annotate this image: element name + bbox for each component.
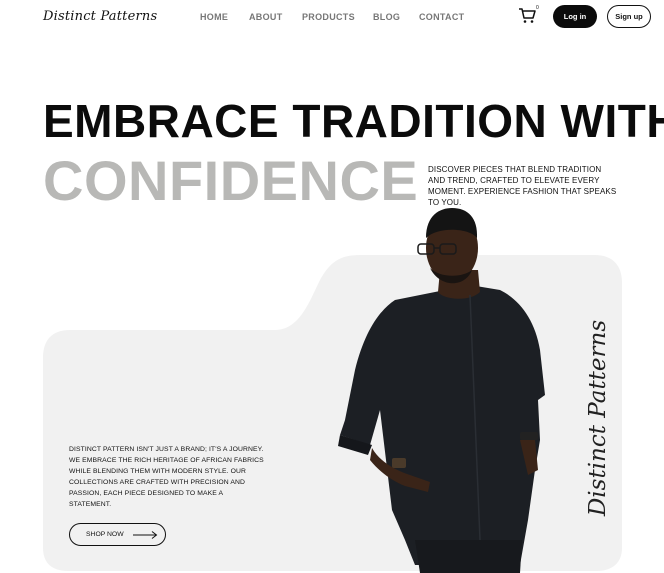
shop-now-button[interactable]: SHOP NOW (69, 523, 166, 546)
vertical-brand-text: Distinct Patterns (585, 319, 611, 517)
brand-logo[interactable]: Distinct Patterns (43, 9, 157, 24)
shop-now-label: SHOP NOW (86, 531, 124, 538)
arrow-right-icon (133, 531, 158, 539)
nav-products[interactable]: PRODUCTS (302, 12, 355, 22)
navbar: Distinct Patterns HOME ABOUT PRODUCTS BL… (0, 0, 664, 34)
brand-description: DISTINCT PATTERN ISN'T JUST A BRAND; IT'… (69, 446, 264, 508)
signup-button[interactable]: Sign up (607, 5, 651, 28)
login-button[interactable]: Log in (553, 5, 597, 28)
cart-count-badge: 0 (536, 5, 539, 11)
nav-home[interactable]: HOME (200, 12, 228, 22)
hero-intro-text: DISCOVER PIECES THAT BLEND TRADITION AND… (428, 165, 617, 207)
nav-contact[interactable]: CONTACT (419, 12, 464, 22)
nav-blog[interactable]: BLOG (373, 12, 400, 22)
hero-headline-line2: CONFIDENCE (43, 149, 419, 212)
nav-about[interactable]: ABOUT (249, 12, 283, 22)
hero-headline-line1: EMBRACE TRADITION WITH (43, 95, 664, 147)
cart-icon[interactable] (518, 6, 538, 26)
